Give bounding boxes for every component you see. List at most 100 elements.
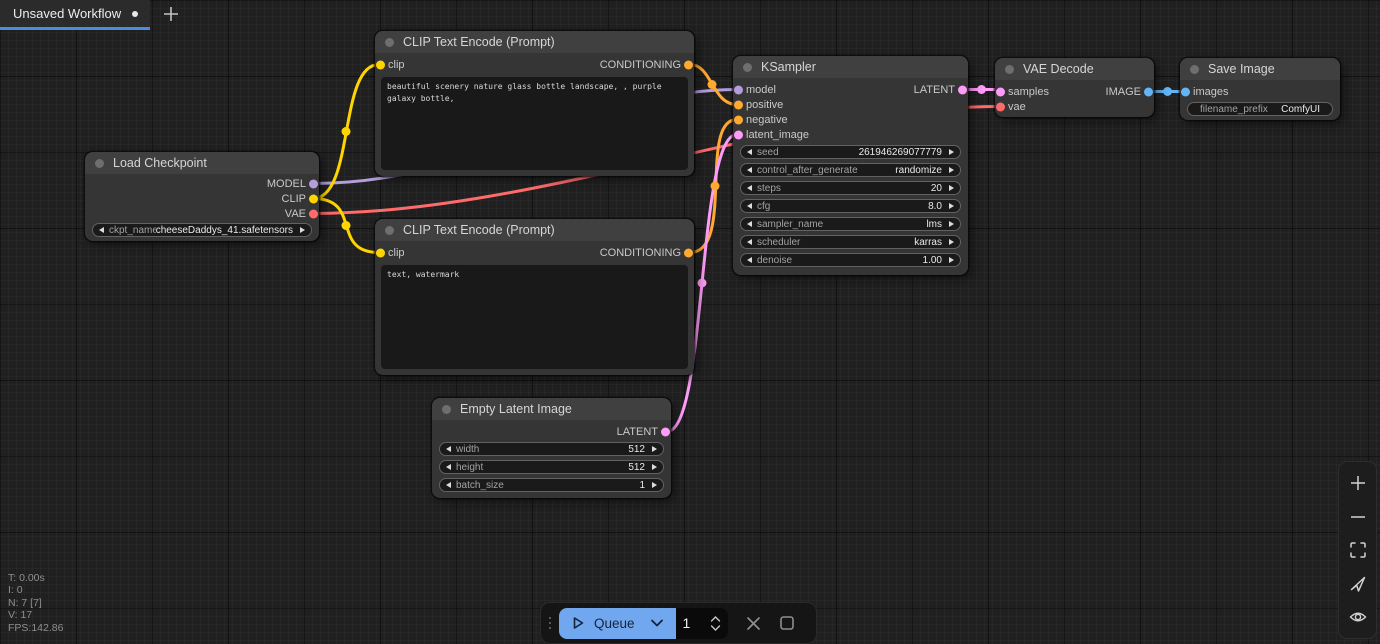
play-icon (571, 616, 585, 630)
node-title: Empty Latent Image (460, 402, 572, 416)
node-clip-text-encode-negative[interactable]: CLIP Text Encode (Prompt) clip CONDITION… (375, 219, 694, 375)
sampler-name-widget[interactable]: sampler_name lms (740, 217, 961, 231)
node-header[interactable]: Load Checkpoint (85, 152, 319, 174)
node-header[interactable]: CLIP Text Encode (Prompt) (375, 219, 694, 241)
widget-increment-icon[interactable] (949, 149, 954, 155)
latent-output-dot[interactable] (661, 427, 670, 436)
batch-size-widget[interactable]: batch_size 1 (439, 478, 664, 492)
queue-button[interactable]: Queue (559, 608, 676, 639)
widget-increment-icon[interactable] (652, 446, 657, 452)
filename-prefix-widget[interactable]: filename_prefix ComfyUI (1187, 102, 1333, 116)
widget-decrement-icon[interactable] (99, 227, 104, 233)
steps-widget[interactable]: steps 20 (740, 181, 961, 195)
samples-input-dot[interactable] (996, 87, 1005, 96)
zoom-in-button[interactable] (1346, 471, 1370, 495)
collapse-dot-icon[interactable] (1190, 65, 1199, 74)
widget-increment-icon[interactable] (652, 482, 657, 488)
scheduler-widget[interactable]: scheduler karras (740, 235, 961, 249)
model-output-dot[interactable] (309, 179, 318, 188)
collapse-dot-icon[interactable] (743, 63, 752, 72)
stop-button[interactable] (779, 615, 795, 631)
node-save-image[interactable]: Save Image images filename_prefix ComfyU… (1180, 58, 1340, 120)
node-empty-latent-image[interactable]: Empty Latent Image LATENT width 512 heig… (432, 398, 671, 498)
height-widget[interactable]: height 512 (439, 460, 664, 474)
positive-input-dot[interactable] (734, 100, 743, 109)
node-load-checkpoint[interactable]: Load Checkpoint MODEL CLIP VAE ckpt_name… (85, 152, 319, 241)
widget-decrement-icon[interactable] (446, 482, 451, 488)
node-header[interactable]: CLIP Text Encode (Prompt) (375, 31, 694, 53)
stepper-down-icon[interactable] (710, 625, 721, 631)
seed-widget[interactable]: seed 261946269077779 (740, 145, 961, 159)
conditioning-output-dot[interactable] (684, 60, 693, 69)
widget-increment-icon[interactable] (949, 257, 954, 263)
node-header[interactable]: Empty Latent Image (432, 398, 671, 420)
negative-input-dot[interactable] (734, 115, 743, 124)
input-positive: positive (733, 97, 968, 112)
stat-version: V: 17 (8, 609, 63, 621)
denoise-widget[interactable]: denoise 1.00 (740, 253, 961, 267)
vae-input-dot[interactable] (996, 102, 1005, 111)
width-widget[interactable]: width 512 (439, 442, 664, 456)
ckpt-name-widget[interactable]: ckpt_name cheeseDaddys_41.safetensors (92, 223, 312, 237)
node-header[interactable]: KSampler (733, 56, 968, 78)
plus-icon (1348, 473, 1368, 493)
collapse-dot-icon[interactable] (1005, 65, 1014, 74)
input-latent-image: latent_image (733, 127, 968, 142)
stepper-up-icon[interactable] (710, 616, 721, 622)
node-ksampler[interactable]: KSampler LATENT model positive negative … (733, 56, 968, 275)
widget-increment-icon[interactable] (949, 185, 954, 191)
model-input-dot[interactable] (734, 85, 743, 94)
pan-mode-button[interactable] (1346, 572, 1370, 596)
toggle-visibility-button[interactable] (1346, 605, 1370, 629)
node-clip-text-encode-positive[interactable]: CLIP Text Encode (Prompt) clip CONDITION… (375, 31, 694, 176)
prompt-textarea[interactable]: beautiful scenery nature glass bottle la… (381, 77, 688, 170)
widget-increment-icon[interactable] (300, 227, 305, 233)
widget-decrement-icon[interactable] (446, 446, 451, 452)
input-vae: vae (995, 99, 1154, 114)
collapse-dot-icon[interactable] (442, 405, 451, 414)
conditioning-output-dot[interactable] (684, 248, 693, 257)
workflow-tab[interactable]: Unsaved Workflow (0, 0, 150, 30)
node-header[interactable]: Save Image (1180, 58, 1340, 80)
clear-queue-button[interactable] (745, 615, 762, 632)
widget-increment-icon[interactable] (949, 167, 954, 173)
node-vae-decode[interactable]: VAE Decode IMAGE samples vae (995, 58, 1154, 117)
unsaved-indicator-icon (132, 11, 138, 17)
stat-iterations: I: 0 (8, 584, 63, 596)
widget-decrement-icon[interactable] (747, 167, 752, 173)
widget-decrement-icon[interactable] (446, 464, 451, 470)
x-icon (745, 615, 762, 632)
clip-input-dot[interactable] (376, 248, 385, 257)
widget-increment-icon[interactable] (949, 203, 954, 209)
fit-view-button[interactable] (1346, 538, 1370, 562)
node-header[interactable]: VAE Decode (995, 58, 1154, 80)
clip-output-dot[interactable] (309, 194, 318, 203)
output-model: MODEL (85, 176, 319, 191)
images-input-dot[interactable] (1181, 87, 1190, 96)
widget-decrement-icon[interactable] (747, 203, 752, 209)
widget-decrement-icon[interactable] (747, 149, 752, 155)
link-dot (698, 279, 707, 288)
latent-image-input-dot[interactable] (734, 130, 743, 139)
clip-input-dot[interactable] (376, 60, 385, 69)
batch-count-input[interactable]: 1 (676, 608, 728, 639)
widget-increment-icon[interactable] (652, 464, 657, 470)
collapse-dot-icon[interactable] (95, 159, 104, 168)
fit-view-icon (1348, 540, 1368, 560)
widget-decrement-icon[interactable] (747, 257, 752, 263)
widget-decrement-icon[interactable] (747, 239, 752, 245)
control-after-generate-widget[interactable]: control_after_generate randomize (740, 163, 961, 177)
collapse-dot-icon[interactable] (385, 38, 394, 47)
widget-decrement-icon[interactable] (747, 221, 752, 227)
collapse-dot-icon[interactable] (385, 226, 394, 235)
widget-increment-icon[interactable] (949, 221, 954, 227)
new-workflow-button[interactable] (158, 1, 184, 27)
widget-increment-icon[interactable] (949, 239, 954, 245)
drag-handle-icon[interactable] (541, 617, 559, 630)
link-dot (342, 127, 351, 136)
widget-decrement-icon[interactable] (747, 185, 752, 191)
vae-output-dot[interactable] (309, 209, 318, 218)
prompt-textarea[interactable]: text, watermark (381, 265, 688, 369)
cfg-widget[interactable]: cfg 8.0 (740, 199, 961, 213)
zoom-out-button[interactable] (1346, 505, 1370, 529)
